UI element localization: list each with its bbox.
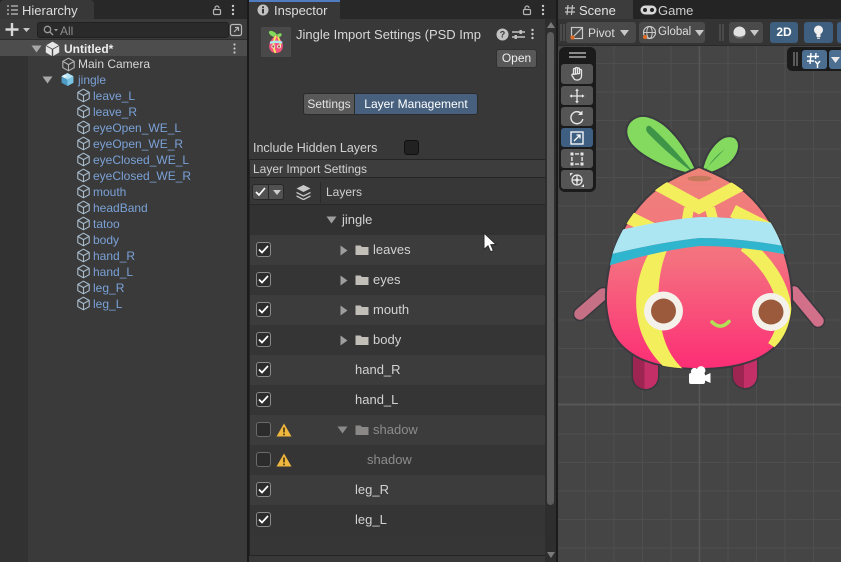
svg-text:?: ?: [500, 30, 506, 40]
